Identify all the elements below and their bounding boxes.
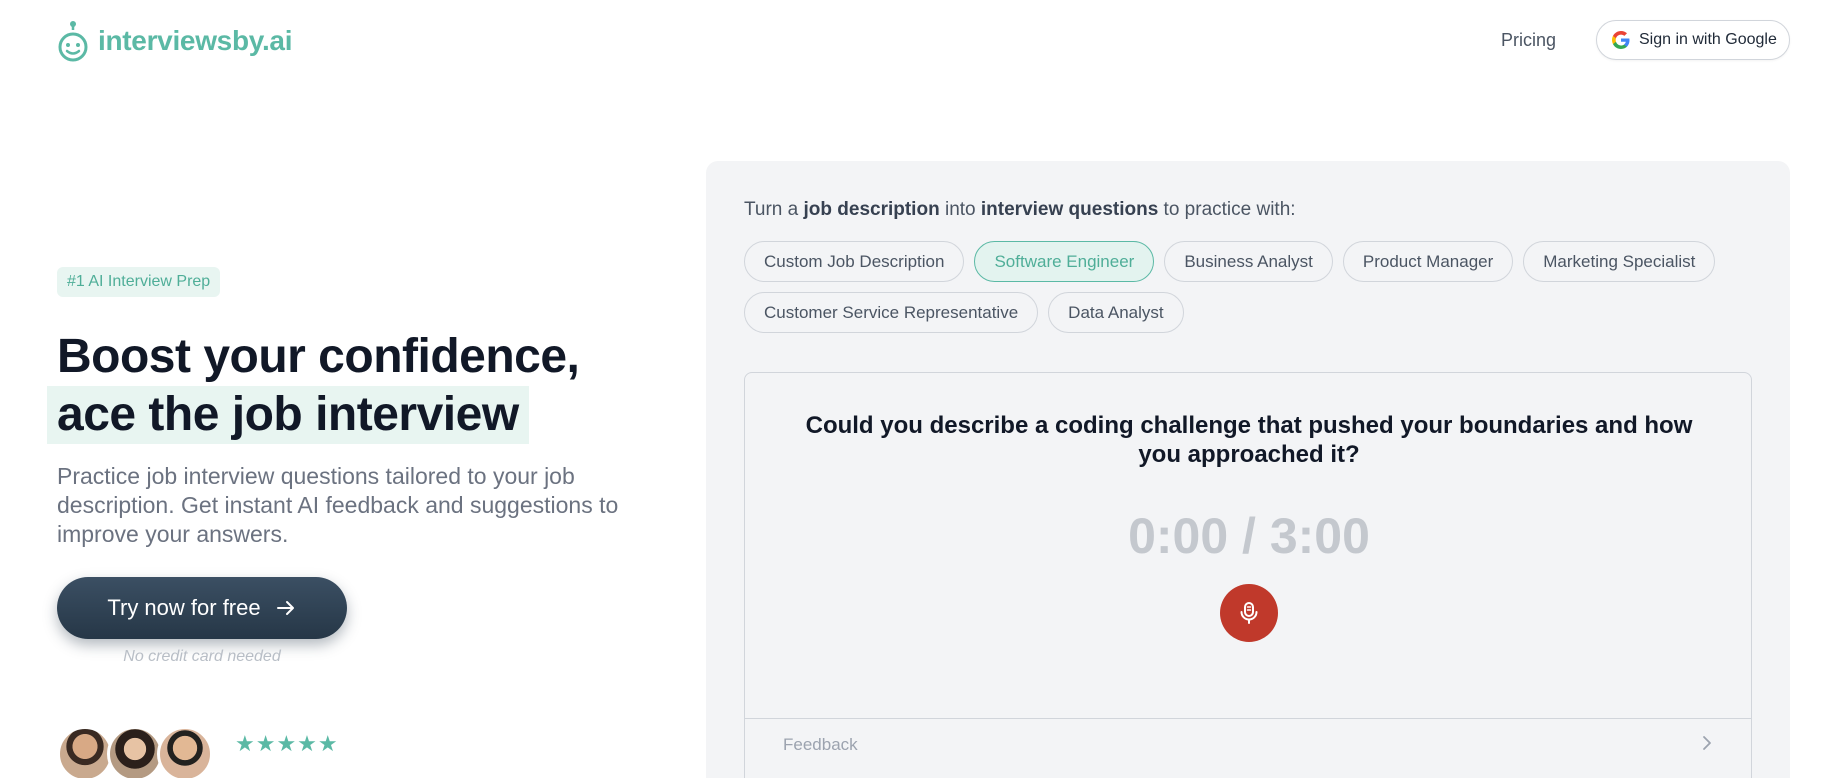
sign-in-google-label: Sign in with Google [1639,31,1777,48]
chip-marketing-specialist[interactable]: Marketing Specialist [1523,241,1716,282]
hero-badge: #1 AI Interview Prep [57,267,221,297]
record-button[interactable] [1220,584,1278,642]
avatar [57,726,113,778]
arrow-right-icon [276,601,294,615]
chip-custom-job-description[interactable]: Custom Job Description [744,241,965,282]
prompt-text: to practice with: [1158,199,1296,220]
job-role-chips: Custom Job Description Software Engineer… [744,241,1764,333]
no-credit-card-note: No credit card needed [123,648,281,665]
brand-logo[interactable]: interviewsby.ai [56,20,292,62]
try-free-label: Try now for free [107,595,261,620]
chevron-right-icon[interactable] [1697,733,1717,753]
headline-line-1: Boost your confidence, [57,330,580,383]
sign-in-google-button[interactable]: Sign in with Google [1596,20,1790,60]
avatar [107,726,163,778]
prompt-bold-interview-questions: interview questions [980,199,1159,220]
try-free-button[interactable]: Try now for free [57,577,347,639]
interview-question: Could you describe a coding challenge th… [805,412,1693,468]
headline-line-2: ace the job interview [47,386,529,444]
card-divider [745,718,1751,719]
prompt-bold-job-description: job description [803,199,940,220]
google-icon [1612,31,1630,49]
rating-stars-icon: ★★★★★ [235,731,339,756]
question-card: Could you describe a coding challenge th… [744,372,1752,778]
chip-product-manager[interactable]: Product Manager [1342,241,1514,282]
panel-prompt: Turn a job description into interview qu… [744,199,1296,221]
answer-timer: 0:00 / 3:00 [1128,508,1370,564]
chip-customer-service-representative[interactable]: Customer Service Representative [744,292,1039,333]
avatar [157,726,213,778]
user-avatars [57,726,213,778]
robot-icon [58,21,88,62]
hero-subtitle: Practice job interview questions tailore… [57,463,619,547]
prompt-text: into [939,199,981,220]
microphone-icon [1240,602,1258,624]
chip-software-engineer[interactable]: Software Engineer [974,241,1155,282]
site-header: interviewsby.ai Pricing Sign in with Goo… [0,0,1836,82]
hero-headline: Boost your confidence, ace the job inter… [47,328,580,444]
chip-business-analyst[interactable]: Business Analyst [1164,241,1333,282]
demo-panel: Turn a job description into interview qu… [706,161,1790,778]
chip-data-analyst[interactable]: Data Analyst [1048,292,1184,333]
prompt-text: Turn a [744,199,804,220]
nav-pricing-link[interactable]: Pricing [1501,30,1556,51]
brand-name: interviewsby.ai [98,25,293,56]
feedback-toggle[interactable]: Feedback [783,735,858,755]
